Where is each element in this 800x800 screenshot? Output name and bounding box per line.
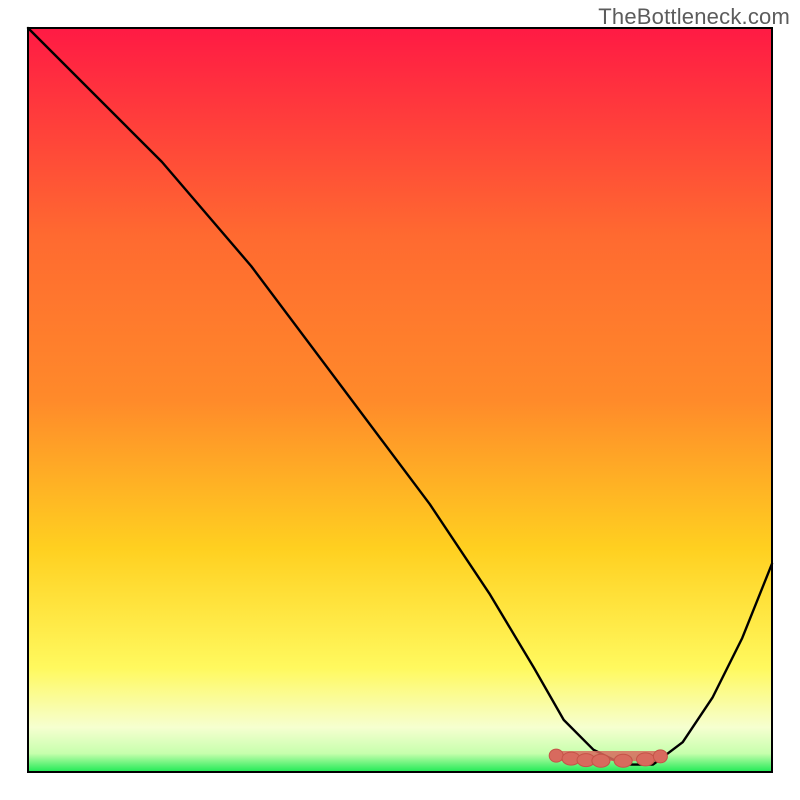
optimal-marker [653, 750, 667, 763]
watermark-text: TheBottleneck.com [598, 4, 790, 30]
optimal-marker [549, 749, 563, 762]
optimal-marker [614, 754, 632, 767]
optimal-marker [637, 753, 655, 766]
optimal-zone-markers [549, 749, 667, 767]
chart-svg [0, 0, 800, 800]
optimal-marker [592, 754, 610, 767]
chart-frame: TheBottleneck.com [0, 0, 800, 800]
